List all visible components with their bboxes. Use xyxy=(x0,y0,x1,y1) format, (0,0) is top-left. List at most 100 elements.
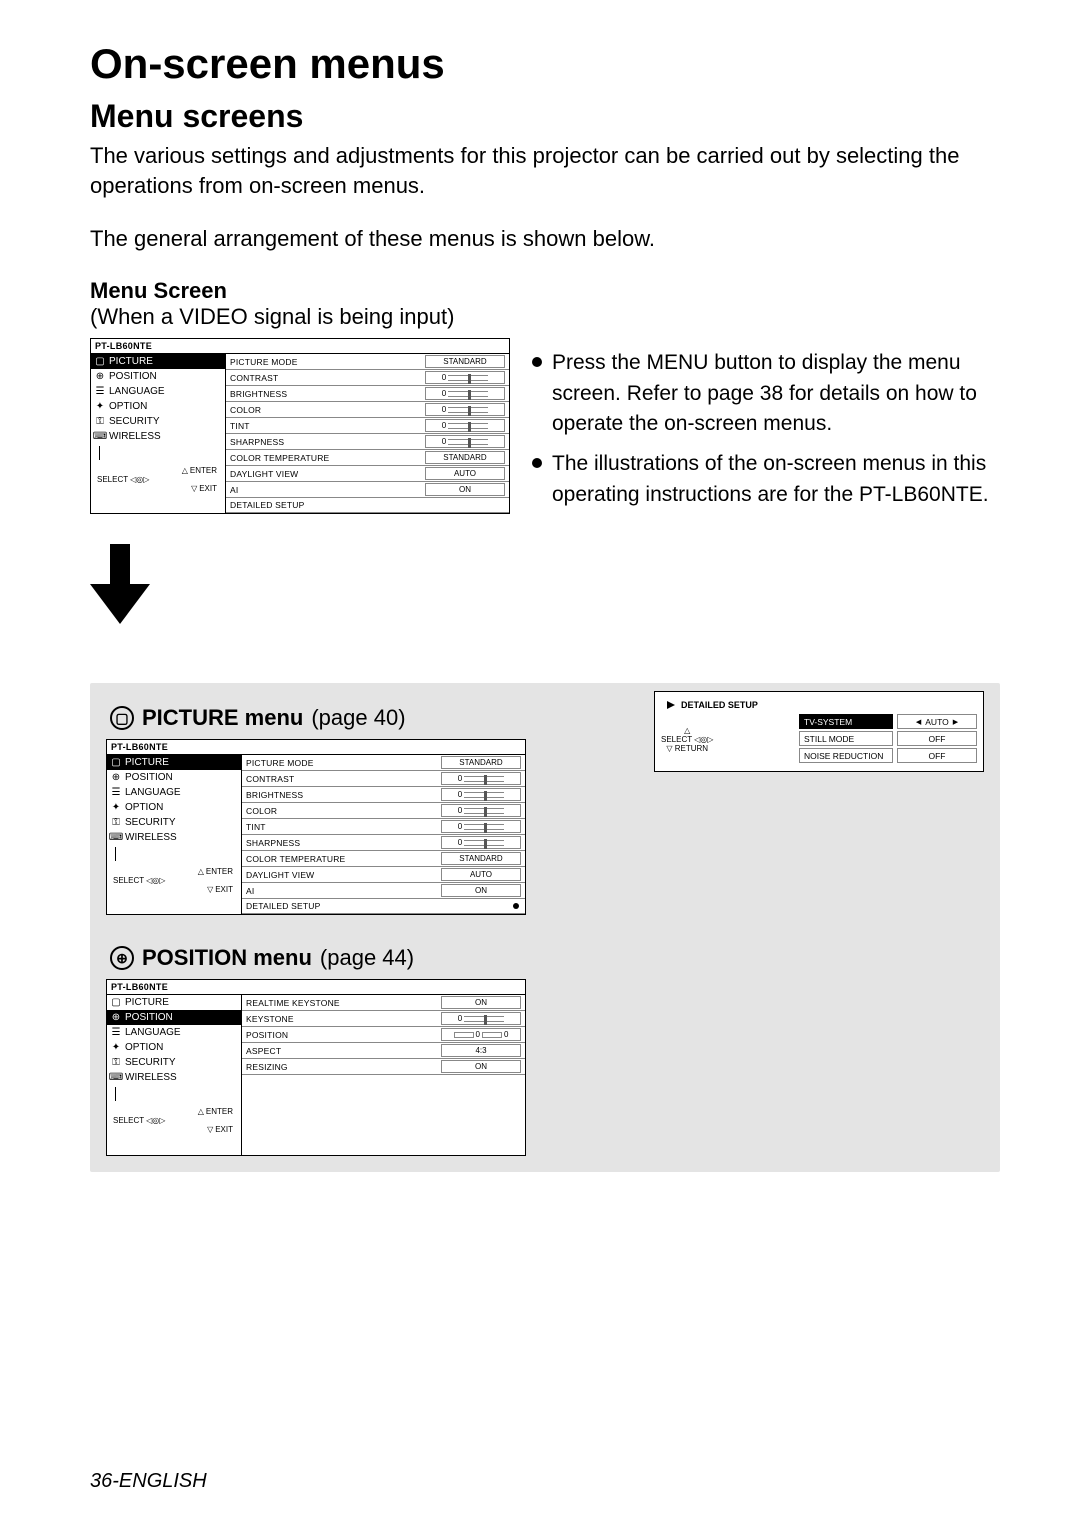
value-box: 0 xyxy=(441,836,521,849)
value-row: CONTRAST0 xyxy=(226,370,509,386)
value-label: CONTRAST xyxy=(226,371,425,385)
osd-position-menu: PT-LB60NTE ▢PICTURE ⊕POSITION ☰LANGUAGE … xyxy=(106,979,526,1156)
detail-row: TV-SYSTEM◀AUTO▶ xyxy=(799,714,977,729)
value-label: DETAILED SETUP xyxy=(226,498,509,512)
osd-picture-menu: PT-LB60NTE ▢PICTURE ⊕POSITION ☰LANGUAGE … xyxy=(106,739,526,915)
value-label: CONTRAST xyxy=(242,772,441,786)
submenu-panel: ▢ PICTURE menu (page 40) PT-LB60NTE ▢PIC… xyxy=(90,683,1000,1172)
value-label: AI xyxy=(242,884,441,898)
value-box: 0 xyxy=(441,820,521,833)
value-box: STANDARD xyxy=(425,355,505,368)
value-box: 0 xyxy=(441,804,521,817)
detail-value: ◀AUTO▶ xyxy=(897,714,977,729)
value-box: ON xyxy=(441,884,521,897)
instruction-bullets: Press the MENU button to display the men… xyxy=(532,348,1000,520)
value-row: DAYLIGHT VIEWAUTO xyxy=(226,466,509,482)
osd-values: PICTURE MODESTANDARDCONTRAST0BRIGHTNESS0… xyxy=(226,354,509,513)
detail-row: STILL MODE OFF xyxy=(799,731,977,746)
value-row: ASPECT4:3 xyxy=(242,1043,525,1059)
value-row: TINT0 xyxy=(226,418,509,434)
nav-security: ⚿SECURITY xyxy=(91,414,225,429)
value-row: POSITION00 xyxy=(242,1027,525,1043)
detail-value: OFF xyxy=(897,748,977,763)
value-label: PICTURE MODE xyxy=(226,355,425,369)
value-label: COLOR xyxy=(242,804,441,818)
value-row: PICTURE MODESTANDARD xyxy=(226,354,509,370)
value-box: 00 xyxy=(441,1028,521,1041)
value-row: RESIZINGON xyxy=(242,1059,525,1075)
intro-text-2: The general arrangement of these menus i… xyxy=(90,224,1000,254)
page-title: On-screen menus xyxy=(90,40,1000,88)
value-row: DAYLIGHT VIEWAUTO xyxy=(242,867,525,883)
value-label: COLOR TEMPERATURE xyxy=(242,852,441,866)
value-row: AION xyxy=(242,883,525,899)
value-box: STANDARD xyxy=(441,756,521,769)
position-menu-title: ⊕ POSITION menu (page 44) xyxy=(110,945,984,971)
value-box: 0 xyxy=(425,435,505,448)
nav-picture: ▢PICTURE xyxy=(91,354,225,369)
value-label: COLOR TEMPERATURE xyxy=(226,451,425,465)
value-row: COLOR TEMPERATURESTANDARD xyxy=(242,851,525,867)
value-box: 0 xyxy=(441,772,521,785)
nav-position: ⊕POSITION xyxy=(91,369,225,384)
value-row: BRIGHTNESS0 xyxy=(226,386,509,402)
value-label: TINT xyxy=(226,419,425,433)
value-box: AUTO xyxy=(441,868,521,881)
bullet-2: The illustrations of the on-screen menus… xyxy=(552,449,1000,510)
menu-screen-note: (When a VIDEO signal is being input) xyxy=(90,304,1000,330)
position-icon: ⊕ xyxy=(95,372,105,382)
detail-value: OFF xyxy=(897,731,977,746)
value-label: DAYLIGHT VIEW xyxy=(242,868,441,882)
arrow-down-icon xyxy=(90,544,150,624)
value-row: PICTURE MODESTANDARD xyxy=(242,755,525,771)
value-row: REALTIME KEYSTONEON xyxy=(242,995,525,1011)
value-label: KEYSTONE xyxy=(242,1012,441,1026)
value-label: BRIGHTNESS xyxy=(242,788,441,802)
wireless-icon: ⌨ xyxy=(95,432,105,442)
nav-option: ✦OPTION xyxy=(91,399,225,414)
bullet-1: Press the MENU button to display the men… xyxy=(552,348,1000,439)
option-icon: ✦ xyxy=(95,402,105,412)
value-label: BRIGHTNESS xyxy=(226,387,425,401)
nav-language: ☰LANGUAGE xyxy=(91,384,225,399)
connector-dot xyxy=(513,903,519,909)
value-label: COLOR xyxy=(226,403,425,417)
value-label: TINT xyxy=(242,820,441,834)
value-row: SHARPNESS0 xyxy=(242,835,525,851)
value-row: TINT0 xyxy=(242,819,525,835)
detail-label: STILL MODE xyxy=(799,731,893,746)
value-box: 4:3 xyxy=(441,1044,521,1057)
picture-circle-icon: ▢ xyxy=(110,706,134,730)
detail-label: NOISE REDUCTION xyxy=(799,748,893,763)
value-label: DETAILED SETUP xyxy=(242,899,513,913)
value-label: SHARPNESS xyxy=(226,435,425,449)
value-box: ON xyxy=(441,996,521,1009)
osd-model: PT-LB60NTE xyxy=(91,339,509,354)
osd-nav-footer: △ENTER SELECT◁◎▷ ▽EXIT xyxy=(91,462,225,497)
value-box: 0 xyxy=(441,1012,521,1025)
page-footer: 36-ENGLISH xyxy=(90,1470,207,1493)
value-row: SHARPNESS0 xyxy=(226,434,509,450)
connector-arrow-icon xyxy=(667,701,675,709)
value-box: 0 xyxy=(425,403,505,416)
value-label: POSITION xyxy=(242,1028,441,1042)
value-box: STANDARD xyxy=(441,852,521,865)
value-row: DETAILED SETUP xyxy=(226,498,509,513)
value-box: ON xyxy=(441,1060,521,1073)
value-row: CONTRAST0 xyxy=(242,771,525,787)
intro-text-1: The various settings and adjustments for… xyxy=(90,141,1000,200)
value-label: REALTIME KEYSTONE xyxy=(242,996,441,1010)
value-row: KEYSTONE0 xyxy=(242,1011,525,1027)
nav-wireless: ⌨WIRELESS xyxy=(91,429,225,444)
position-circle-icon: ⊕ xyxy=(110,946,134,970)
language-icon: ☰ xyxy=(95,387,105,397)
value-row: COLOR0 xyxy=(242,803,525,819)
osd-nav: ▢PICTURE ⊕POSITION ☰LANGUAGE ✦OPTION ⚿SE… xyxy=(91,354,226,513)
value-box: STANDARD xyxy=(425,451,505,464)
value-label: RESIZING xyxy=(242,1060,441,1074)
security-icon: ⚿ xyxy=(95,417,105,427)
value-box: ON xyxy=(425,483,505,496)
value-box: 0 xyxy=(425,419,505,432)
value-row: COLOR0 xyxy=(226,402,509,418)
value-row: DETAILED SETUP xyxy=(242,899,525,914)
